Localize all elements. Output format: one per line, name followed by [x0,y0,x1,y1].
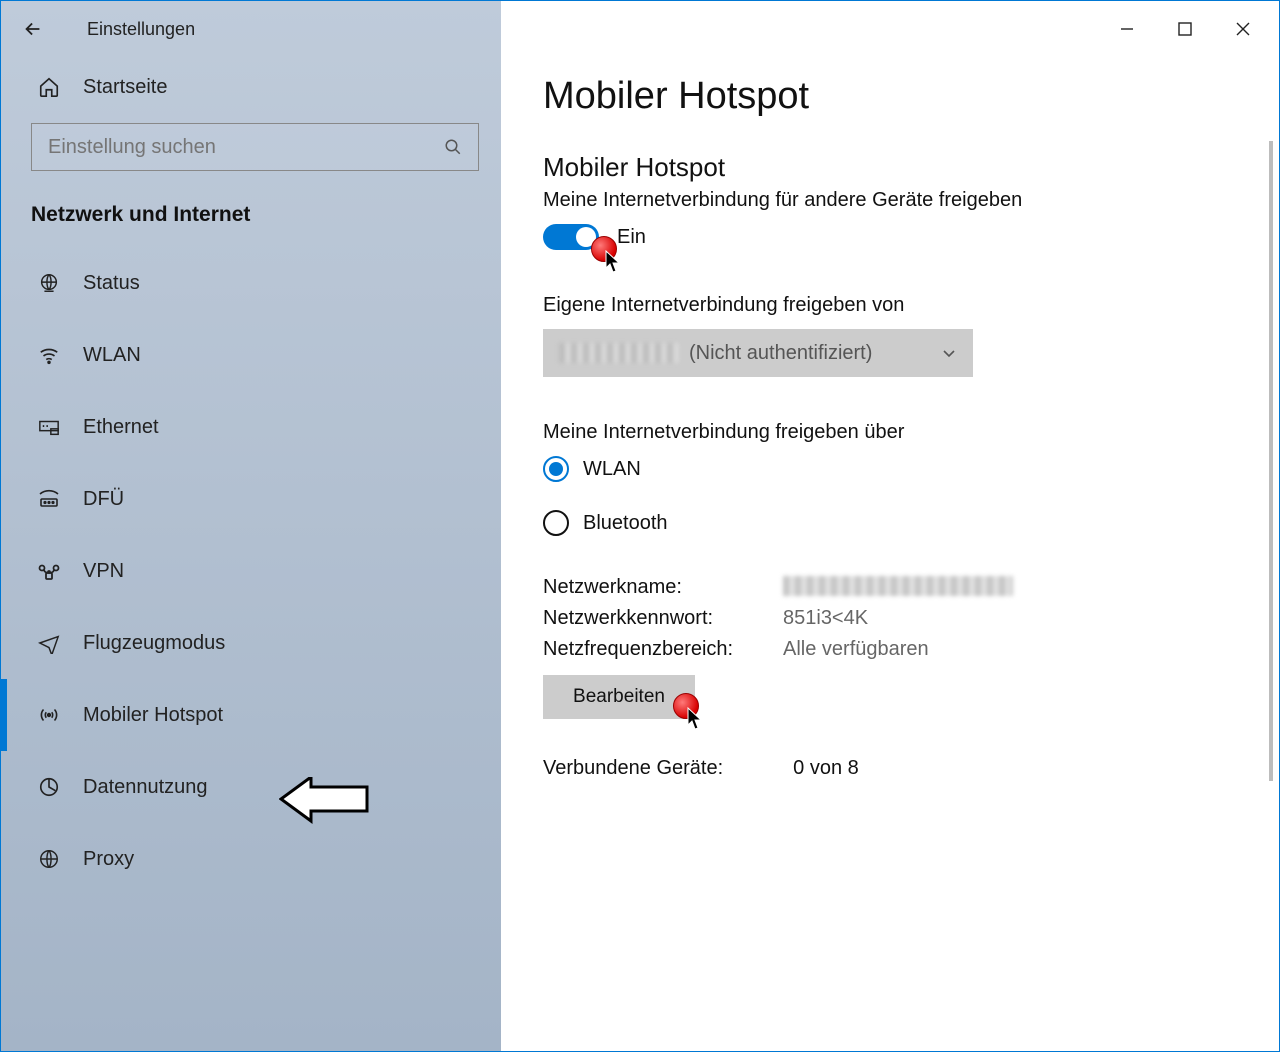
back-button[interactable] [19,15,47,43]
share-from-label: Eigene Internetverbindung freigeben von [543,294,1239,317]
sidebar-item-label: Datennutzung [83,776,208,799]
sidebar-item-label: Status [83,272,140,295]
radio-label: WLAN [583,458,641,481]
radio-circle-icon [543,510,569,536]
window-title: Einstellungen [87,19,195,40]
sidebar-item-airplane[interactable]: Flugzeugmodus [1,607,501,679]
sidebar-item-wlan[interactable]: WLAN [1,319,501,391]
sidebar-item-proxy[interactable]: Proxy [1,823,501,895]
close-button[interactable] [1215,9,1271,49]
cursor-icon [687,707,705,731]
network-band-value: Alle verfügbaren [783,638,1239,661]
page-title: Mobiler Hotspot [543,75,1239,118]
sidebar-item-ethernet[interactable]: Ethernet [1,391,501,463]
connected-devices-label: Verbundene Geräte: [543,757,723,780]
sidebar-item-label: DFÜ [83,488,124,511]
share-description: Meine Internetverbindung für andere Gerä… [543,189,1239,212]
sidebar-item-hotspot[interactable]: Mobiler Hotspot [1,679,501,751]
edit-button[interactable]: Bearbeiten [543,675,695,719]
sidebar-item-label: WLAN [83,344,141,367]
globe-status-icon [37,271,61,295]
scrollbar[interactable] [1269,141,1273,781]
network-password-label: Netzwerkkennwort: [543,607,783,630]
sidebar-item-dfu[interactable]: DFÜ [1,463,501,535]
ethernet-icon [37,415,61,439]
datausage-icon [37,775,61,799]
sidebar-item-datausage[interactable]: Datennutzung [1,751,501,823]
annotation-arrow [279,777,369,833]
sidebar-home[interactable]: Startseite [1,57,501,123]
airplane-icon [37,631,61,655]
dropdown-value-suffix: (Nicht authentifiziert) [689,342,872,365]
sidebar-item-label: VPN [83,560,124,583]
vpn-icon [37,559,61,583]
sidebar-section-title: Netzwerk und Internet [1,197,501,247]
sidebar-item-label: Ethernet [83,416,159,439]
sidebar-home-label: Startseite [83,76,167,99]
network-password-value: 851i3<4K [783,607,1239,630]
radio-label: Bluetooth [583,512,668,535]
redacted-connection-name [559,343,679,363]
search-box[interactable] [31,123,479,171]
cursor-icon [605,250,623,274]
sidebar-item-status[interactable]: Status [1,247,501,319]
network-band-label: Netzfrequenzbereich: [543,638,783,661]
minimize-button[interactable] [1099,9,1155,49]
radio-wlan[interactable]: WLAN [543,456,1239,482]
wifi-icon [37,343,61,367]
sidebar-item-label: Mobiler Hotspot [83,704,223,727]
dialup-icon [37,487,61,511]
titlebar-left: Einstellungen [1,1,501,57]
search-icon [444,138,462,156]
sidebar-item-vpn[interactable]: VPN [1,535,501,607]
redacted-network-name [783,576,1013,596]
section-title: Mobiler Hotspot [543,152,1239,183]
maximize-button[interactable] [1157,9,1213,49]
chevron-down-icon [941,345,957,361]
content-pane: Mobiler Hotspot Mobiler Hotspot Meine In… [501,1,1279,1051]
hotspot-toggle-label: Ein [617,226,646,249]
share-from-dropdown[interactable]: (Nicht authentifiziert) [543,329,973,377]
connected-devices-value: 0 von 8 [793,757,859,780]
sidebar: Einstellungen Startseite Netzwerk und In… [1,1,501,1051]
proxy-icon [37,847,61,871]
search-input[interactable] [48,136,444,159]
home-icon [37,75,61,99]
sidebar-item-label: Proxy [83,848,134,871]
hotspot-icon [37,703,61,727]
radio-bluetooth[interactable]: Bluetooth [543,510,1239,536]
titlebar-right [501,1,1279,57]
share-via-label: Meine Internetverbindung freigeben über [543,421,1239,444]
network-name-label: Netzwerkname: [543,576,783,599]
radio-circle-icon [543,456,569,482]
sidebar-item-label: Flugzeugmodus [83,632,225,655]
network-info: Netzwerkname: Netzwerkkennwort: 851i3<4K… [543,576,1239,661]
